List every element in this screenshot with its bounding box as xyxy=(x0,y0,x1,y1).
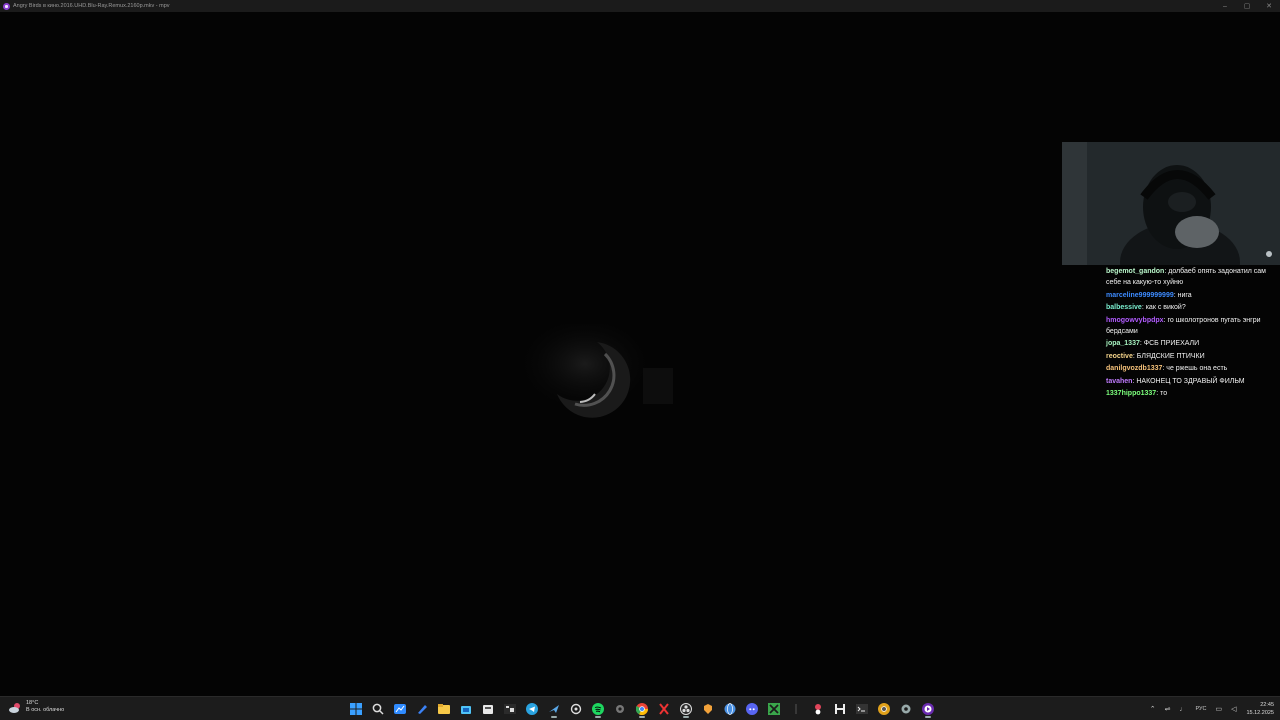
clock-date: 15.12.2025 xyxy=(1246,710,1274,716)
chat-username: 1337hippo1337 xyxy=(1106,390,1157,397)
chrome-dev-icon[interactable] xyxy=(873,700,895,718)
chat-username: reoctive xyxy=(1106,352,1133,360)
separator-icon xyxy=(785,700,807,718)
chat-username: jopa_1337 xyxy=(1106,340,1140,347)
window-title: Angry Birds в кино.2016.UHD.Blu-Ray.Remu… xyxy=(13,3,170,9)
system-tray: ⌃ ⇌ ♩ РУС ▭ ◁ 22:45 15.12.2025 xyxy=(1141,699,1274,719)
chat-text: ФСБ ПРИЕХАЛИ xyxy=(1143,340,1200,347)
app-h-icon[interactable] xyxy=(829,700,851,718)
chat-text: то xyxy=(1160,390,1168,397)
telegram-icon[interactable] xyxy=(521,700,543,718)
spotify-icon[interactable] xyxy=(587,700,609,718)
language-indicator[interactable]: РУС xyxy=(1195,706,1206,712)
chat-text: че ржешь она есть xyxy=(1166,365,1228,372)
chat-message: 1337hippo1337: то xyxy=(1106,390,1168,397)
chat-text: как с викой? xyxy=(1145,304,1186,311)
chat-overlay: begemot_gandon: долбаеб опять задонатил … xyxy=(1106,266,1278,401)
file-explorer-icon[interactable] xyxy=(433,700,455,718)
mpv-icon[interactable] xyxy=(917,700,939,718)
terminal-icon[interactable] xyxy=(499,700,521,718)
discord-icon[interactable] xyxy=(741,700,763,718)
steam-icon[interactable] xyxy=(543,700,565,718)
chevron-up-icon[interactable]: ⌃ xyxy=(1150,705,1156,713)
chat-username: balbessive xyxy=(1106,304,1142,311)
app-red-icon[interactable] xyxy=(807,700,829,718)
settings-gear-icon[interactable] xyxy=(609,700,631,718)
app-shield-icon[interactable] xyxy=(697,700,719,718)
weather-temp: 18°C xyxy=(26,700,39,706)
maximize-button[interactable]: ▢ xyxy=(1236,0,1258,12)
chrome-icon[interactable] xyxy=(631,700,653,718)
chat-text: БЛЯДСКИЕ ПТИЧКИ xyxy=(1136,352,1205,360)
chat-message: jopa_1337: ФСБ ПРИЕХАЛИ xyxy=(1106,340,1200,347)
minecraft-icon[interactable] xyxy=(763,700,785,718)
microphone-icon[interactable]: ♩ xyxy=(1179,706,1186,713)
clock[interactable]: 22:45 15.12.2025 xyxy=(1246,701,1274,717)
windows-start-icon[interactable] xyxy=(345,700,367,718)
chat-text: нига xyxy=(1177,291,1192,299)
chat-message: reoctive: БЛЯДСКИЕ ПТИЧКИ xyxy=(1106,352,1205,360)
weather-widget[interactable]: 18°C В осн. облачно xyxy=(8,700,64,714)
mail-icon[interactable] xyxy=(477,700,499,718)
chat-message: begemot_gandon: долбаеб опять задонатил … xyxy=(1106,268,1266,286)
chat-username: begemot_gandon xyxy=(1106,268,1165,275)
webcam-overlay xyxy=(1062,142,1280,265)
chat-username: tavahen xyxy=(1106,377,1133,385)
terminal2-icon[interactable] xyxy=(851,700,873,718)
chat-message: tavahen: НАКОНЕЦ ТО ЗДРАВЫЙ ФИЛЬМ xyxy=(1106,377,1245,385)
chat-message: danilgvozdb1337: че ржешь она есть xyxy=(1106,365,1228,372)
obs-icon[interactable] xyxy=(675,700,697,718)
volume-icon[interactable]: ◁ xyxy=(1231,705,1236,713)
network-icon[interactable]: ⇌ xyxy=(1165,705,1171,713)
taskbar: 18°C В осн. облачно ⌃ ⇌ ♩ РУС ▭ ◁ 22:45 … xyxy=(0,696,1280,720)
app-globe-icon[interactable] xyxy=(719,700,741,718)
chat-username: danilgvozdb1337 xyxy=(1106,365,1163,372)
weather-desc: В осн. облачно xyxy=(26,707,65,713)
chat-text: НАКОНЕЦ ТО ЗДРАВЫЙ ФИЛЬМ xyxy=(1136,377,1245,385)
chatgpt-icon[interactable] xyxy=(565,700,587,718)
widgets-icon[interactable] xyxy=(389,700,411,718)
chat-username: marceline999999999 xyxy=(1106,291,1174,299)
search-icon[interactable] xyxy=(367,700,389,718)
cloud-icon xyxy=(8,701,22,713)
video-frame-glow xyxy=(515,324,673,418)
minimize-button[interactable]: – xyxy=(1214,0,1236,12)
close-button[interactable]: ✕ xyxy=(1258,0,1280,12)
store-icon[interactable] xyxy=(455,700,477,718)
video-player-area[interactable]: begemot_gandon: долбаеб опять задонатил … xyxy=(0,12,1280,696)
chat-message: balbessive: как с викой? xyxy=(1106,304,1186,311)
chat-message: hmogowvybpdpx: го школотронов пугать энг… xyxy=(1106,316,1261,335)
taskbar-apps xyxy=(345,700,939,718)
window-titlebar[interactable]: Angry Birds в кино.2016.UHD.Blu-Ray.Remu… xyxy=(0,0,1280,12)
chat-username: hmogowvybpdpx xyxy=(1106,316,1164,324)
clock-time: 22:45 xyxy=(1260,702,1274,708)
chat-message: marceline999999999: нига xyxy=(1106,291,1192,299)
editor-icon[interactable] xyxy=(411,700,433,718)
app-x-icon[interactable] xyxy=(653,700,675,718)
mpv-icon xyxy=(3,2,10,10)
webcam-image xyxy=(1062,142,1280,265)
gear2-icon[interactable] xyxy=(895,700,917,718)
display-icon[interactable]: ▭ xyxy=(1215,705,1222,713)
